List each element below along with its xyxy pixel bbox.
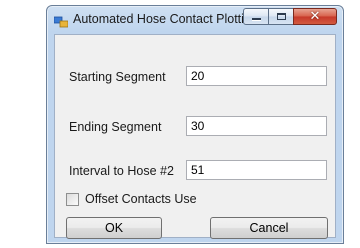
ok-button[interactable]: OK xyxy=(66,217,162,239)
offset-contacts-checkbox[interactable] xyxy=(66,192,79,206)
starting-segment-label: Starting Segment xyxy=(69,70,166,84)
starting-segment-input[interactable] xyxy=(186,66,327,86)
minimize-icon xyxy=(252,18,261,20)
caption-buttons: ✕ xyxy=(243,8,337,27)
minimize-button[interactable] xyxy=(243,8,269,25)
cancel-button[interactable]: Cancel xyxy=(210,217,328,239)
dialog-window: Automated Hose Contact Plotti... ✕ Start… xyxy=(46,5,344,244)
app-icon xyxy=(53,15,69,28)
offset-contacts-row[interactable]: Offset Contacts Use xyxy=(66,192,197,206)
dialog-client-area: Starting Segment Ending Segment Interval… xyxy=(54,34,336,239)
interval-to-hose-input[interactable] xyxy=(186,160,327,180)
ending-segment-label: Ending Segment xyxy=(69,120,162,134)
interval-to-hose-label: Interval to Hose #2 xyxy=(69,164,174,178)
close-icon: ✕ xyxy=(309,8,321,23)
maximize-button[interactable] xyxy=(268,8,294,25)
maximize-icon xyxy=(277,13,286,20)
window-title: Automated Hose Contact Plotti... xyxy=(73,12,255,26)
title-bar[interactable]: Automated Hose Contact Plotti... ✕ xyxy=(47,6,343,34)
offset-contacts-label: Offset Contacts Use xyxy=(85,192,197,206)
close-button[interactable]: ✕ xyxy=(293,8,337,25)
ending-segment-input[interactable] xyxy=(186,116,327,136)
